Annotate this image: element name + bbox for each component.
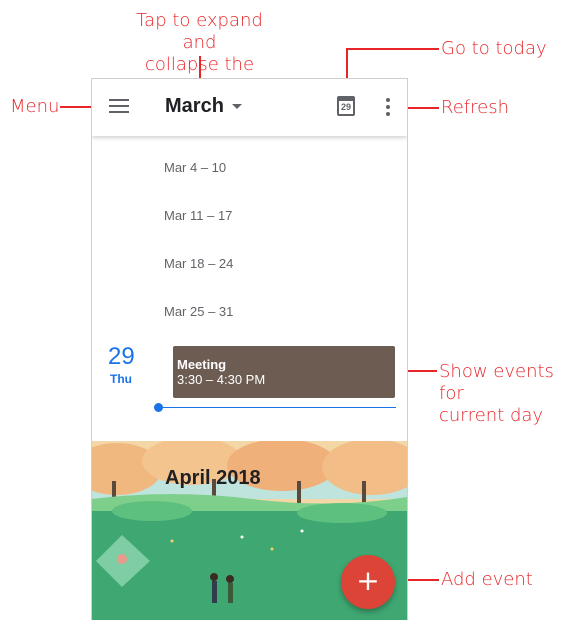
menu-icon[interactable] <box>109 99 129 115</box>
current-time-line <box>158 407 396 408</box>
month-selector[interactable]: March <box>165 95 242 118</box>
add-event-button[interactable]: + <box>341 555 395 609</box>
annotation-go-to-today: Go to today <box>441 38 547 59</box>
annotation-menu: Menu <box>10 96 60 117</box>
more-vert-icon[interactable] <box>385 98 391 118</box>
event-card[interactable]: Meeting 3:30 – 4:30 PM <box>173 346 395 398</box>
today-day-name: Thu <box>110 372 132 386</box>
event-time: 3:30 – 4:30 PM <box>177 372 266 387</box>
annotation-show-events: Show events for current day <box>439 361 571 427</box>
annotation-show-events-line2: current day <box>439 405 544 426</box>
annotation-refresh: Refresh <box>441 97 509 118</box>
annotation-show-events-line1: Show events for <box>439 361 554 404</box>
annotation-add-event: Add event <box>441 569 533 590</box>
banner-month-title: April 2018 <box>165 467 261 489</box>
leader-go-to-today-h <box>347 48 439 50</box>
annotation-tap-expand-line1: Tap to expand and <box>136 10 263 53</box>
today-icon-day: 29 <box>340 102 351 112</box>
calendar-today-icon[interactable]: 29 <box>337 96 355 116</box>
event-title: Meeting <box>177 357 227 372</box>
week-row-1[interactable]: Mar 4 – 10 <box>164 160 226 175</box>
week-row-4[interactable]: Mar 25 – 31 <box>164 304 233 319</box>
phone-screen: March 29 Mar 4 – 10 Mar 11 – 17 Mar 18 –… <box>91 78 408 620</box>
week-row-3[interactable]: Mar 18 – 24 <box>164 256 233 271</box>
app-bar: March 29 <box>92 79 407 136</box>
today-day-number: 29 <box>108 343 135 370</box>
caret-down-icon <box>231 104 242 110</box>
current-time-dot <box>154 403 163 412</box>
week-row-2[interactable]: Mar 11 – 17 <box>164 208 232 223</box>
month-title: March <box>165 95 224 117</box>
